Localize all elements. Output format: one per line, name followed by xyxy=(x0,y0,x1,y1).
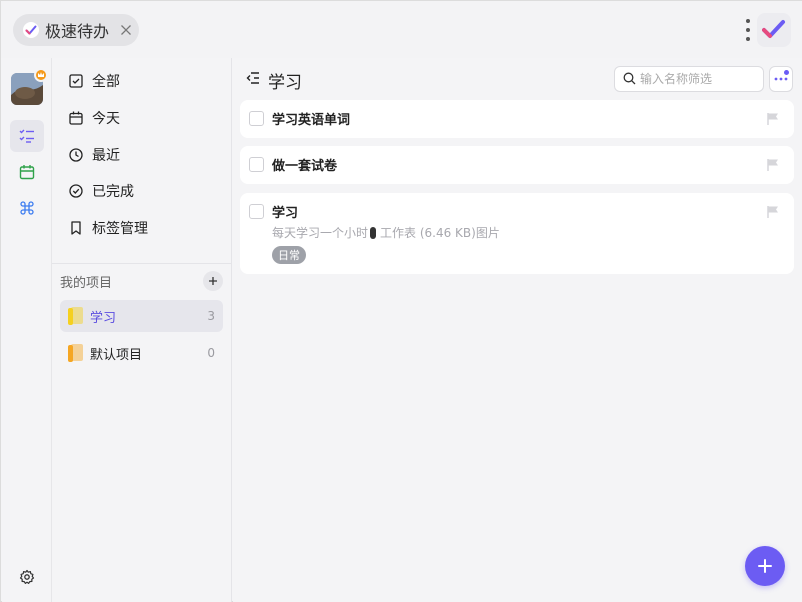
notebook-icon xyxy=(68,344,84,362)
icon-rail xyxy=(2,58,52,602)
checkbox-icon xyxy=(68,73,84,89)
app-tab-label: 极速待办 xyxy=(45,22,110,41)
project-name: 默认项目 xyxy=(90,347,143,363)
notification-dot xyxy=(784,70,789,75)
calendar-icon[interactable] xyxy=(10,156,44,188)
attachment-icon xyxy=(370,226,377,239)
task-checkbox[interactable] xyxy=(249,204,264,219)
more-options-button[interactable] xyxy=(769,66,793,92)
bookmark-icon xyxy=(68,220,84,236)
sidebar-item-recent[interactable]: 最近 xyxy=(60,139,224,171)
collapse-sidebar-icon[interactable] xyxy=(245,70,261,86)
app-check-icon xyxy=(23,22,39,38)
search-icon xyxy=(623,70,636,89)
task-item[interactable]: 学习 每天学习一个小时 工作表 (6.46 KB)图片 日常 xyxy=(240,193,794,274)
project-count: 0 xyxy=(207,346,215,360)
clock-icon xyxy=(68,147,84,163)
notebook-icon xyxy=(68,307,84,325)
task-title: 学习英语单词 xyxy=(272,113,351,128)
sidebar-item-completed[interactable]: 已完成 xyxy=(60,175,224,207)
app-window: 极速待办 全部 今天 最近 已完成 标签管理 我的项目 学习 3 默认项目 0 … xyxy=(0,0,802,602)
projects-heading: 我的项目 xyxy=(60,275,113,291)
app-tab[interactable]: 极速待办 xyxy=(13,14,139,46)
search-input[interactable] xyxy=(640,72,758,86)
add-project-button[interactable] xyxy=(203,271,223,291)
app-logo-icon xyxy=(757,13,791,47)
task-checkbox[interactable] xyxy=(249,111,264,126)
task-item[interactable]: 做一套试卷 xyxy=(240,146,794,184)
sidebar-item-all[interactable]: 全部 xyxy=(60,65,224,97)
settings-gear-icon[interactable] xyxy=(18,568,36,586)
task-title: 学习 xyxy=(272,206,299,221)
sidebar-item-label: 今天 xyxy=(92,111,120,127)
close-icon[interactable] xyxy=(119,23,133,37)
sidebar-item-project-default[interactable]: 默认项目 0 xyxy=(60,337,223,369)
sidebar-item-label: 最近 xyxy=(92,148,120,164)
divider xyxy=(52,263,232,264)
project-count: 3 xyxy=(207,309,215,323)
task-checkbox[interactable] xyxy=(249,157,264,172)
task-tag[interactable]: 日常 xyxy=(272,246,306,264)
sidebar-item-today[interactable]: 今天 xyxy=(60,102,224,134)
sidebar-item-label: 标签管理 xyxy=(92,221,148,237)
flag-icon[interactable] xyxy=(766,111,780,125)
task-description-text: 每天学习一个小时 xyxy=(272,226,369,240)
main-header: 学习 xyxy=(233,58,802,98)
flag-icon[interactable] xyxy=(766,157,780,171)
task-title: 做一套试卷 xyxy=(272,159,338,174)
vip-badge-icon xyxy=(34,68,48,82)
title-bar: 极速待办 xyxy=(1,1,802,58)
check-circle-icon xyxy=(68,183,84,199)
project-name: 学习 xyxy=(90,310,117,326)
task-attachment-text: 工作表 (6.46 KB)图片 xyxy=(380,226,500,240)
sidebar-item-project-study[interactable]: 学习 3 xyxy=(60,300,223,332)
sidebar: 全部 今天 最近 已完成 标签管理 我的项目 学习 3 默认项目 0 xyxy=(52,58,232,602)
filter-search[interactable] xyxy=(614,66,764,92)
sidebar-item-label: 已完成 xyxy=(92,184,134,200)
kebab-menu-icon[interactable] xyxy=(741,18,755,42)
calendar-icon xyxy=(68,110,84,126)
task-list-icon[interactable] xyxy=(10,120,44,152)
task-description: 每天学习一个小时 工作表 (6.46 KB)图片 xyxy=(272,224,500,241)
sidebar-item-tags[interactable]: 标签管理 xyxy=(60,212,224,244)
sidebar-item-label: 全部 xyxy=(92,74,120,90)
flag-icon[interactable] xyxy=(766,204,780,218)
page-title: 学习 xyxy=(268,73,302,93)
add-task-button[interactable] xyxy=(745,546,785,586)
main-panel: 学习 学习英语单词 做一套试卷 xyxy=(233,58,802,602)
task-item[interactable]: 学习英语单词 xyxy=(240,100,794,138)
command-icon[interactable] xyxy=(10,192,44,224)
